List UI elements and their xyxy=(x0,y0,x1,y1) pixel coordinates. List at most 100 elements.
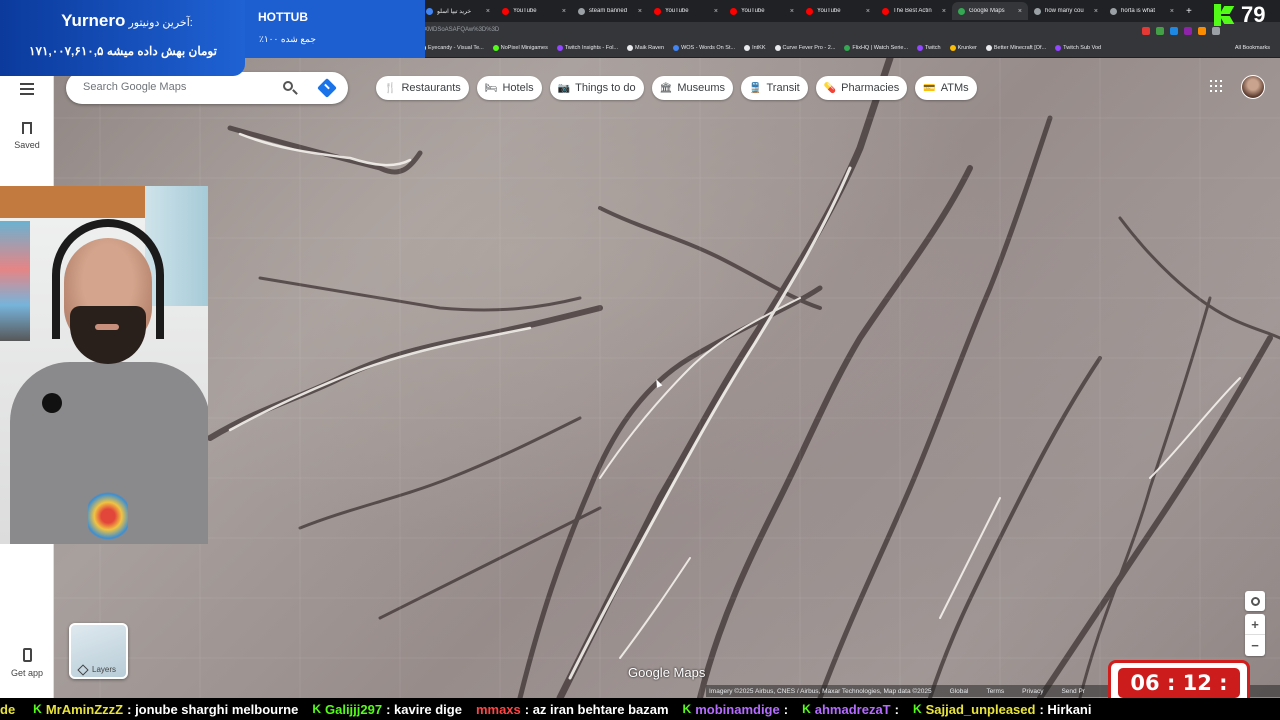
browser-tab[interactable]: YouTube × xyxy=(496,2,572,20)
bookmark-item[interactable]: Eyecandy - Visual Te... xyxy=(420,45,484,51)
attribution-link-terms[interactable]: Terms xyxy=(986,688,1004,695)
tab-favicon-icon xyxy=(1110,7,1117,15)
account-avatar[interactable] xyxy=(1241,75,1265,99)
browser-tab[interactable]: YouTube × xyxy=(648,2,724,20)
zoom-in-button[interactable]: + xyxy=(1245,614,1265,635)
chat-message: K Galijjj297: kavire dige xyxy=(312,702,462,717)
url-text[interactable]: XXMDSoASAFQAw%3D%3D xyxy=(420,27,499,33)
new-tab-button[interactable]: + xyxy=(1180,6,1198,17)
get-app-button[interactable]: Get app xyxy=(0,648,54,678)
chip-atms[interactable]: 💳 ATMs xyxy=(915,76,977,100)
tab-close-icon[interactable]: × xyxy=(638,8,642,15)
chat-text: : xyxy=(894,701,899,717)
bookmark-favicon-icon xyxy=(774,45,781,51)
extension-icon[interactable] xyxy=(1142,27,1150,35)
extension-icon[interactable] xyxy=(1156,27,1164,35)
my-location-button[interactable] xyxy=(1245,591,1265,611)
chat-username: mmaxs xyxy=(475,701,521,717)
chip-hotels[interactable]: 🛏 Hotels xyxy=(476,76,542,100)
bookmark-favicon-icon xyxy=(627,45,634,51)
chat-username: Galijjj297 xyxy=(324,701,383,717)
layers-button[interactable]: Layers xyxy=(69,623,128,679)
extension-icon[interactable] xyxy=(1184,27,1192,35)
chat-text: : xyxy=(783,701,789,717)
chip-museums[interactable]: 🏛 Museums xyxy=(651,76,734,100)
browser-tab[interactable]: horta is what × xyxy=(1104,2,1180,20)
chip-transit[interactable]: 🚆 Transit xyxy=(741,76,808,100)
browser-tab[interactable]: how many cou × xyxy=(1028,2,1104,20)
bookmark-item[interactable]: FlixHQ | Watch Serie... xyxy=(844,45,908,51)
chat-username: de xyxy=(0,701,16,717)
attribution-link-global[interactable]: Global xyxy=(950,688,969,695)
imagery-credit: Imagery ©2025 Airbus, CNES / Airbus, Max… xyxy=(709,687,932,695)
chip-label: Things to do xyxy=(575,82,636,94)
bookmark-item[interactable]: Twitch xyxy=(917,45,941,51)
attribution-link-privacy[interactable]: Privacy xyxy=(1022,688,1043,695)
tab-close-icon[interactable]: × xyxy=(714,8,718,15)
search-input[interactable] xyxy=(83,81,263,93)
bookmark-item[interactable]: Curve Fever Pro - 2... xyxy=(774,45,835,51)
atm-icon: 💳 xyxy=(923,82,936,94)
menu-icon[interactable] xyxy=(20,83,34,98)
transit-icon: 🚆 xyxy=(749,82,762,94)
bookmark-item[interactable]: Better Minecraft [Of... xyxy=(985,45,1046,51)
chat-text: : az iran behtare bazam xyxy=(524,701,669,717)
microphone-icon xyxy=(42,393,62,413)
extension-icon[interactable] xyxy=(1170,27,1178,35)
extension-icon[interactable] xyxy=(1198,27,1206,35)
tab-close-icon[interactable]: × xyxy=(486,8,490,15)
tab-label: خرید تیپا اسلو xyxy=(437,8,472,15)
bookmark-item[interactable]: WOS - Words On St... xyxy=(673,45,735,51)
browser-tab[interactable]: YouTube × xyxy=(800,2,876,20)
all-bookmarks-button[interactable]: All Bookmarks xyxy=(1235,45,1270,51)
bookmark-item[interactable]: Twitch Sub Vod xyxy=(1055,45,1101,51)
bookmark-item[interactable]: Twitch Insights - Fol... xyxy=(556,45,619,51)
screen: خرید تیپا اسلو × YouTube × steam banned × YouT… xyxy=(0,0,1280,720)
search-box[interactable] xyxy=(66,72,348,104)
chip-restaurants[interactable]: 🍴 Restaurants xyxy=(376,76,469,100)
donor-line: Yurnero آخرین دونیتور: xyxy=(20,11,234,31)
bookmark-item[interactable]: IntKK xyxy=(744,45,766,51)
browser-tab[interactable]: The Best Actin × xyxy=(876,2,952,20)
bookmark-favicon-icon xyxy=(556,45,563,51)
bookmark-label: WOS - Words On St... xyxy=(681,45,736,51)
bookmark-item[interactable]: NoPixel Minigames xyxy=(492,45,548,51)
chat-username: mobinamdige xyxy=(695,701,780,717)
bookmark-favicon-icon xyxy=(917,45,924,51)
bookmark-item[interactable]: Maik Raven xyxy=(627,45,664,51)
chip-label: Transit xyxy=(766,82,800,94)
tab-close-icon[interactable]: × xyxy=(1018,8,1022,15)
donor-label: آخرین دونیتور: xyxy=(128,17,193,29)
zoom-out-button[interactable]: − xyxy=(1245,635,1265,656)
browser-tab[interactable]: YouTube × xyxy=(724,2,800,20)
saved-button[interactable]: Saved xyxy=(0,122,54,150)
bookmark-label: Twitch Sub Vod xyxy=(1063,45,1102,51)
last-donation-panel: Yurnero آخرین دونیتور: ۱۷۱,۰۰۷,۶۱۰,۵ توم… xyxy=(0,0,245,76)
browser-tab[interactable]: Google Maps × xyxy=(952,2,1028,20)
browser-tab[interactable]: خرید تیپا اسلو × xyxy=(420,2,496,20)
google-apps-icon[interactable] xyxy=(1210,80,1222,92)
chip-pharmacies[interactable]: 💊 Pharmacies xyxy=(815,76,908,100)
browser-tab[interactable]: steam banned × xyxy=(572,2,648,20)
tab-close-icon[interactable]: × xyxy=(942,8,946,15)
bookmark-item[interactable]: Krunker xyxy=(949,45,977,51)
attribution-link-send-feedback[interactable]: Send Pr xyxy=(1061,688,1085,695)
tab-label: YouTube xyxy=(741,8,765,14)
bookmark-label: Twitch Insights - Fol... xyxy=(564,45,619,51)
chip-things-to-do[interactable]: 📷 Things to do xyxy=(549,76,644,100)
chat-message: Kmobinamdige: xyxy=(683,702,789,717)
tab-close-icon[interactable]: × xyxy=(1094,8,1098,15)
tab-close-icon[interactable]: × xyxy=(562,8,566,15)
tab-close-icon[interactable]: × xyxy=(790,8,794,15)
chat-text: : kavire dige xyxy=(386,701,462,717)
search-icon[interactable] xyxy=(282,80,298,96)
extension-icon[interactable] xyxy=(1212,27,1220,35)
chat-message: mmaxs: az iran behtare bazam xyxy=(476,702,669,717)
tab-favicon-icon xyxy=(654,7,661,15)
tab-label: Google Maps xyxy=(969,8,1005,14)
bookmark-favicon-icon xyxy=(985,45,992,51)
tab-favicon-icon xyxy=(730,7,737,15)
tab-close-icon[interactable]: × xyxy=(1170,8,1174,15)
tab-close-icon[interactable]: × xyxy=(866,8,870,15)
kick-badge-icon: K xyxy=(33,702,42,716)
